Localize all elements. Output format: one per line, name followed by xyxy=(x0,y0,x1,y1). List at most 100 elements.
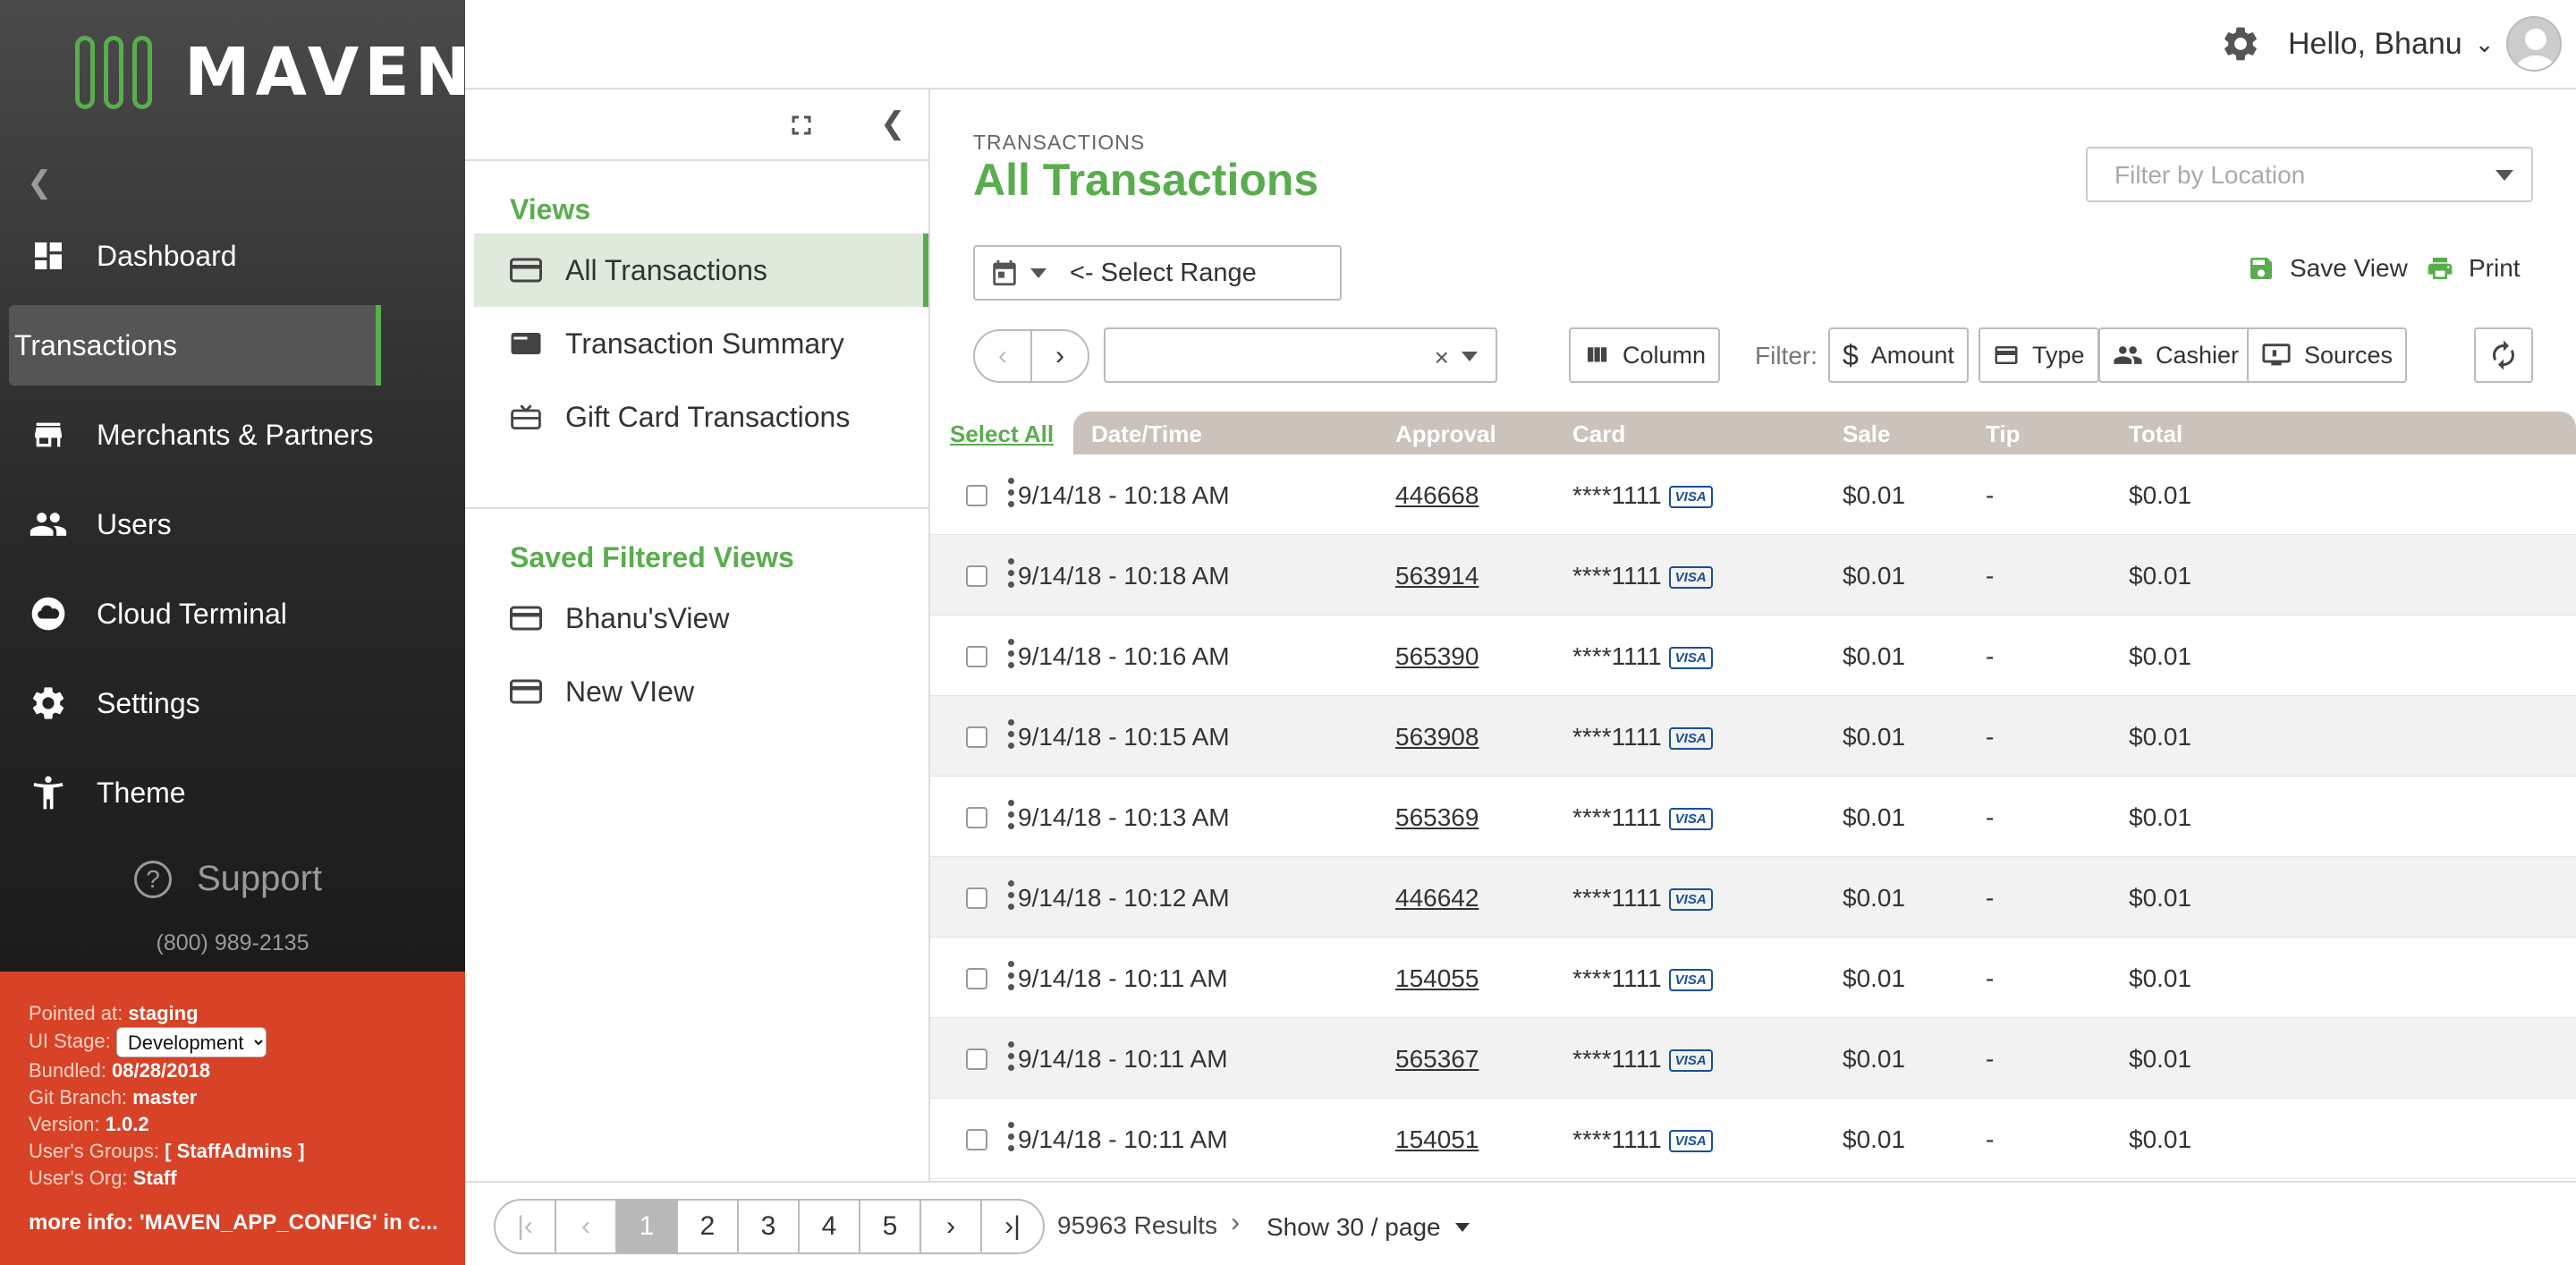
filter-sources-button[interactable]: Sources xyxy=(2247,327,2408,383)
cell-approval-link[interactable]: 446668 xyxy=(1395,481,1479,510)
cell-approval-link[interactable]: 565390 xyxy=(1395,642,1479,671)
per-page-select[interactable]: Show 30 / page xyxy=(1267,1213,1470,1242)
row-actions-kebab-icon[interactable] xyxy=(1004,961,1018,997)
sidebar-item-settings[interactable]: Settings xyxy=(0,658,465,748)
cell-approval-link[interactable]: 154051 xyxy=(1395,1125,1479,1154)
row-checkbox[interactable] xyxy=(966,887,987,909)
cell-approval-link[interactable]: 565367 xyxy=(1395,1045,1479,1074)
filter-type-button[interactable]: Type xyxy=(1979,327,2099,383)
column-header-datetime[interactable]: Date/Time xyxy=(1091,420,1202,448)
sidebar-item-theme[interactable]: Theme xyxy=(0,748,465,837)
row-actions-kebab-icon[interactable] xyxy=(1004,1041,1018,1077)
first-page-icon[interactable]: |‹ xyxy=(496,1201,556,1252)
saved-view-item-new-view[interactable]: New VIew xyxy=(465,655,928,728)
cell-approval-link[interactable]: 563908 xyxy=(1395,723,1479,751)
cell-approval-link[interactable]: 446642 xyxy=(1395,884,1479,913)
table-row[interactable]: 9/14/18 - 10:18 AM 446668 ****1111 VISA $0.0… xyxy=(930,454,2576,535)
row-actions-kebab-icon[interactable] xyxy=(1004,719,1018,755)
column-header-total[interactable]: Total xyxy=(2129,420,2182,448)
row-checkbox[interactable] xyxy=(966,565,987,587)
print-button[interactable]: Print xyxy=(2426,254,2521,283)
row-actions-kebab-icon[interactable] xyxy=(1004,558,1018,594)
cell-approval-link[interactable]: 154055 xyxy=(1395,964,1479,993)
row-checkbox[interactable] xyxy=(966,1129,987,1150)
column-button[interactable]: Column xyxy=(1569,327,1721,383)
view-item-gift-card-transactions[interactable]: Gift Card Transactions xyxy=(465,380,928,454)
prev-page-chevron-left-icon[interactable]: ‹ xyxy=(556,1201,617,1252)
range-label: <- Select Range xyxy=(1070,258,1257,287)
column-header-sale[interactable]: Sale xyxy=(1843,420,1891,448)
sidebar-item-transactions[interactable]: Transactions xyxy=(9,305,381,386)
page-button-5[interactable]: 5 xyxy=(860,1201,921,1252)
table-row[interactable]: 9/14/18 - 10:11 AM 154055 ****1111 VISA $0.0… xyxy=(930,938,2576,1018)
row-actions-kebab-icon[interactable] xyxy=(1004,1122,1018,1158)
prev-chevron-left-icon[interactable]: ‹ xyxy=(975,331,1032,381)
collapse-panel-chevron-left-icon[interactable]: ❮ xyxy=(880,106,906,141)
support-link[interactable]: ? Support xyxy=(134,859,322,899)
avatar[interactable] xyxy=(2506,16,2562,72)
column-header-approval[interactable]: Approval xyxy=(1395,420,1496,448)
page-button-2[interactable]: 2 xyxy=(678,1201,739,1252)
select-all-link[interactable]: Select All xyxy=(950,420,1054,448)
caret-down-icon[interactable] xyxy=(1462,352,1478,361)
row-checkbox[interactable] xyxy=(966,726,987,748)
table-row[interactable]: 9/14/18 - 10:18 AM 563914 ****1111 VISA $0.0… xyxy=(930,535,2576,616)
page-button-3[interactable]: 3 xyxy=(739,1201,800,1252)
refresh-button[interactable] xyxy=(2474,327,2533,383)
sidebar-item-users[interactable]: Users xyxy=(0,480,465,569)
column-header-card[interactable]: Card xyxy=(1572,420,1625,448)
table-row[interactable]: 9/14/18 - 10:16 AM 565390 ****1111 VISA $0.0… xyxy=(930,616,2576,696)
table-row[interactable]: 9/14/18 - 10:11 AM 565367 ****1111 VISA $0.0… xyxy=(930,1018,2576,1099)
saved-view-item-bhanusview[interactable]: Bhanu'sView xyxy=(465,582,928,655)
row-checkbox[interactable] xyxy=(966,968,987,989)
settings-gear-icon[interactable] xyxy=(2220,23,2261,64)
sidebar-item-merchants-partners[interactable]: Merchants & Partners xyxy=(0,390,465,480)
page-button-4[interactable]: 4 xyxy=(800,1201,860,1252)
cell-approval-link[interactable]: 563914 xyxy=(1395,562,1479,590)
app-root: MAVEN ❮ Dashboard Transactions Merchants… xyxy=(0,0,2576,1265)
row-actions-kebab-icon[interactable] xyxy=(1004,639,1018,675)
filter-amount-button[interactable]: $ Amount xyxy=(1828,327,1969,383)
cell-approval-link[interactable]: 565369 xyxy=(1395,803,1479,832)
filter-label-type: Type xyxy=(2032,341,2085,369)
view-item-all-transactions[interactable]: All Transactions xyxy=(474,233,928,307)
date-range-picker[interactable]: <- Select Range xyxy=(973,245,1342,301)
table-row[interactable]: 9/14/18 - 10:12 AM 446642 ****1111 VISA $0.0… xyxy=(930,857,2576,938)
cell-tip: - xyxy=(1986,562,1995,590)
table-row[interactable]: 9/14/18 - 10:11 AM 154051 ****1111 VISA $0.0… xyxy=(930,1099,2576,1179)
next-chevron-right-icon[interactable]: › xyxy=(1032,331,1088,381)
table-row[interactable]: 9/14/18 - 10:13 AM 565369 ****1111 VISA $0.0… xyxy=(930,777,2576,857)
row-checkbox[interactable] xyxy=(966,1049,987,1070)
cell-datetime: 9/14/18 - 10:11 AM xyxy=(1018,1125,1228,1153)
search-select[interactable]: × xyxy=(1104,327,1497,383)
cell-datetime: 9/14/18 - 10:15 AM xyxy=(1018,723,1230,751)
row-actions-kebab-icon[interactable] xyxy=(1004,800,1018,836)
clear-icon[interactable]: × xyxy=(1435,344,1449,372)
last-page-icon[interactable]: ›| xyxy=(982,1201,1043,1252)
sidebar-item-dashboard[interactable]: Dashboard xyxy=(0,211,465,301)
save-view-button[interactable]: Save View xyxy=(2247,254,2408,283)
accessibility-icon xyxy=(29,773,68,812)
page-button-1[interactable]: 1 xyxy=(617,1201,678,1252)
collapse-sidebar-chevron-left-icon[interactable]: ❮ xyxy=(27,165,53,200)
maven-logo[interactable]: MAVEN xyxy=(75,34,476,111)
user-menu[interactable]: Hello, Bhanu ⌄ xyxy=(2288,27,2494,62)
fullscreen-icon[interactable] xyxy=(785,109,818,141)
row-actions-kebab-icon[interactable] xyxy=(1004,478,1018,514)
view-item-transaction-summary[interactable]: Transaction Summary xyxy=(465,307,928,380)
cell-total: $0.01 xyxy=(2129,481,2192,509)
visa-badge-icon: VISA xyxy=(1668,969,1713,992)
row-checkbox[interactable] xyxy=(966,485,987,506)
column-header-tip[interactable]: Tip xyxy=(1986,420,2021,448)
ui-stage-select[interactable]: Development xyxy=(115,1027,267,1057)
sidebar-item-cloud-terminal[interactable]: Cloud Terminal xyxy=(0,569,465,658)
location-filter-select[interactable]: Filter by Location xyxy=(2086,147,2533,202)
table-row[interactable]: 9/14/18 - 10:15 AM 563908 ****1111 VISA $0.0… xyxy=(930,696,2576,777)
row-checkbox[interactable] xyxy=(966,807,987,828)
row-checkbox[interactable] xyxy=(966,646,987,667)
view-item-label: Bhanu'sView xyxy=(565,601,730,634)
gear-icon xyxy=(29,683,68,723)
row-actions-kebab-icon[interactable] xyxy=(1004,880,1018,916)
next-page-chevron-right-icon[interactable]: › xyxy=(921,1201,982,1252)
filter-cashier-button[interactable]: Cashier xyxy=(2098,327,2254,383)
